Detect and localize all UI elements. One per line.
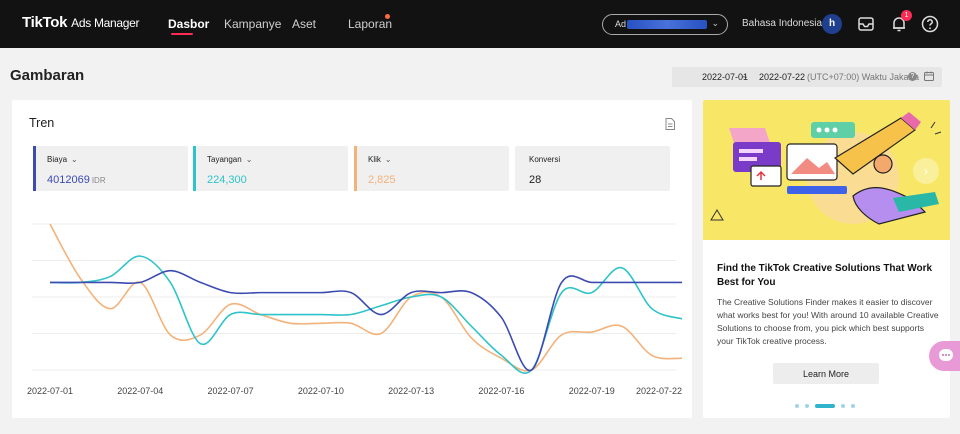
nav-laporan[interactable]: Laporan xyxy=(348,17,392,31)
x-tick-label: 2022-07-22 xyxy=(636,386,682,396)
trend-chart: 2022-07-01 2022-07-04 2022-07-07 2022-07-10… xyxy=(27,223,683,396)
x-tick-label: 2022-07-07 xyxy=(208,386,254,396)
metric-color-bar xyxy=(33,146,36,191)
date-separator: ~ xyxy=(742,72,748,82)
chevron-right-icon[interactable]: › xyxy=(913,158,939,184)
laporan-new-dot xyxy=(385,14,390,19)
metric-value: 224,300 xyxy=(207,174,247,186)
metric-name: Tayangan xyxy=(207,155,242,164)
trend-card: Tren Biaya ⌄ 4012069 IDR Tayangan ⌄ 224,300… xyxy=(12,100,692,418)
metric-card-klik[interactable]: Klik ⌄ 2,825 xyxy=(354,146,509,191)
metric-color-bar xyxy=(193,146,196,191)
metric-card-konversi[interactable]: Konversi 28 xyxy=(515,146,670,191)
metric-unit: IDR xyxy=(91,176,106,185)
x-tick-label: 2022-07-16 xyxy=(478,386,524,396)
help-icon[interactable] xyxy=(920,14,940,34)
logo-sub: Ads Manager xyxy=(71,16,140,30)
top-nav-bar: TikTok Ads Manager Dasbor Kampanye Aset L… xyxy=(0,0,960,48)
chevron-down-icon: ⌄ xyxy=(711,18,719,28)
metric-name: Biaya xyxy=(47,155,68,164)
metric-name: Klik xyxy=(368,155,381,164)
chat-button[interactable] xyxy=(929,341,960,371)
account-name-redacted xyxy=(627,20,707,29)
account-prefix: Ad xyxy=(615,19,627,29)
question-icon[interactable]: ? xyxy=(908,72,917,81)
metric-color-bar xyxy=(354,146,357,191)
x-tick-label: 2022-07-04 xyxy=(117,386,163,396)
learn-more-button[interactable]: Learn More xyxy=(773,363,879,384)
carousel-dot-active[interactable] xyxy=(815,404,835,408)
nav-aset[interactable]: Aset xyxy=(292,17,316,31)
x-tick-label: 2022-07-19 xyxy=(569,386,615,396)
carousel-dot[interactable] xyxy=(805,404,809,408)
metric-card-biaya[interactable]: Biaya ⌄ 4012069 IDR xyxy=(33,146,188,191)
inbox-icon[interactable] xyxy=(856,14,876,34)
promo-illustration: › xyxy=(703,100,950,240)
chevron-down-icon[interactable]: ⌄ xyxy=(246,155,253,164)
nav-active-indicator xyxy=(171,33,193,35)
notification-badge: 1 xyxy=(901,10,912,21)
tiktok-ads-manager-logo[interactable]: TikTok Ads Manager xyxy=(22,14,140,31)
metric-value: 4012069 xyxy=(47,174,90,186)
x-tick-label: 2022-07-13 xyxy=(388,386,434,396)
carousel-dot[interactable] xyxy=(841,404,845,408)
avatar[interactable]: h xyxy=(822,14,842,34)
promo-card: › Find the TikTok Creative Solutions Tha… xyxy=(703,100,950,418)
metric-card-tayangan[interactable]: Tayangan ⌄ 224,300 xyxy=(193,146,348,191)
trend-title: Tren xyxy=(29,116,55,130)
chevron-down-icon[interactable]: ⌄ xyxy=(385,155,392,164)
x-tick-label: 2022-07-10 xyxy=(298,386,344,396)
series-line-tayangan xyxy=(49,255,683,374)
chevron-down-icon[interactable]: ⌄ xyxy=(71,155,78,164)
timezone-label: (UTC+07:00) Waktu Jakarta xyxy=(807,72,919,82)
chat-bubble-icon xyxy=(939,349,953,361)
promo-body: The Creative Solutions Finder makes it e… xyxy=(717,297,939,346)
language-selector[interactable]: Bahasa Indonesia xyxy=(742,18,822,29)
logo-main: TikTok xyxy=(22,14,68,31)
account-selector[interactable]: Ad ⌄ xyxy=(602,14,728,35)
nav-dasbor[interactable]: Dasbor xyxy=(168,17,209,31)
x-tick-label: 2022-07-01 xyxy=(27,386,73,396)
carousel-dot[interactable] xyxy=(795,404,799,408)
metric-value: 2,825 xyxy=(368,174,396,186)
export-icon[interactable] xyxy=(665,118,675,130)
page-title: Gambaran xyxy=(10,67,85,84)
promo-title: Find the TikTok Creative Solutions That … xyxy=(717,263,933,288)
metric-name: Konversi xyxy=(529,155,561,164)
date-end: 2022-07-22 xyxy=(759,72,806,82)
carousel-dot[interactable] xyxy=(851,404,855,408)
metric-value: 28 xyxy=(529,174,542,186)
date-range-picker[interactable]: 2022-07-01 ~ 2022-07-22 (UTC+07:00) Wakt… xyxy=(672,67,942,87)
calendar-icon[interactable] xyxy=(924,71,934,81)
nav-kampanye[interactable]: Kampanye xyxy=(224,17,281,31)
